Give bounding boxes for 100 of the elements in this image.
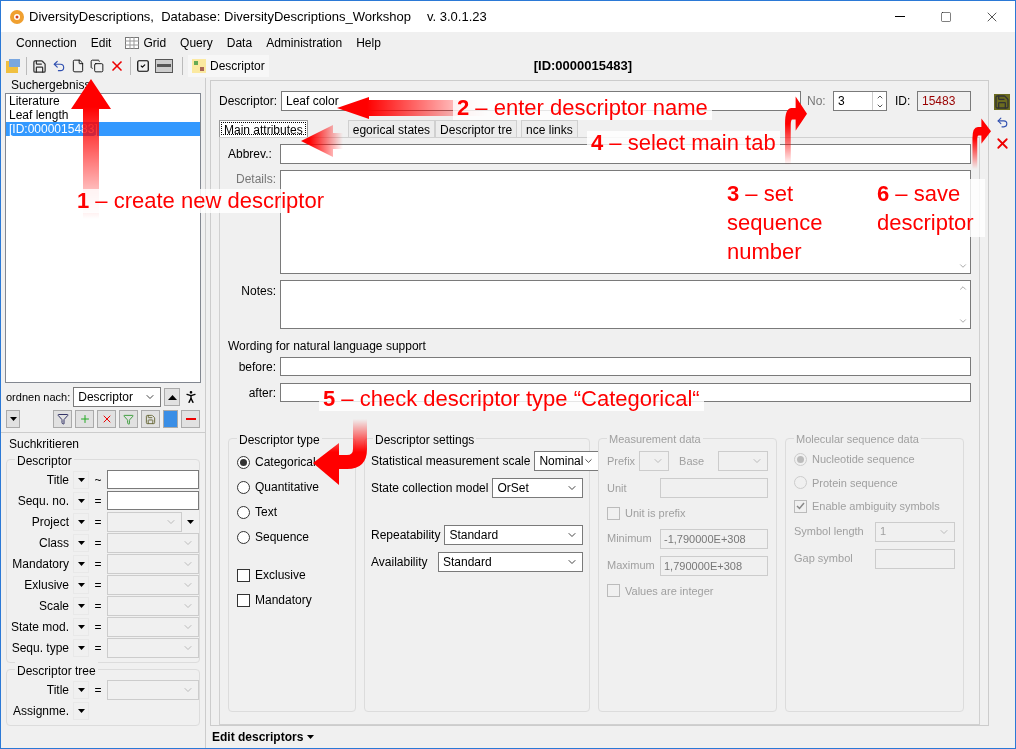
descriptor-icon	[192, 59, 206, 73]
field-label: ID:	[895, 93, 912, 110]
section-title: Suchkritieren	[8, 436, 81, 453]
setting-label: Repeatability	[371, 527, 441, 544]
notes-text-area[interactable]	[280, 280, 971, 329]
caret-icon	[187, 519, 194, 524]
annotation-text: 2 – enter descriptor name	[453, 96, 712, 120]
window-title: DiversityDescriptions, Database: DiversityDescriptions_Workshop	[29, 7, 411, 26]
up-triangle-icon	[167, 394, 177, 400]
operator-symbol: =	[93, 576, 103, 594]
criterion-label: Exlusive	[23, 576, 70, 594]
window-icon[interactable]	[5, 58, 21, 74]
grid-icon	[125, 37, 140, 49]
operator-menu-button[interactable]	[73, 512, 89, 531]
undo-icon[interactable]	[52, 59, 66, 73]
radio-button[interactable]	[237, 530, 250, 544]
checkbox[interactable]	[237, 593, 250, 607]
operator-symbol: =	[93, 618, 103, 636]
operator-menu-button[interactable]	[73, 554, 89, 573]
maximize-icon	[940, 10, 952, 23]
option-label: Categorical	[255, 454, 316, 471]
new-document-icon[interactable]	[71, 59, 85, 73]
tab[interactable]: Descriptor tre	[435, 120, 518, 137]
setting-dropdown[interactable]: Nominal	[534, 451, 600, 471]
operator-menu-button[interactable]	[73, 680, 89, 699]
option-label: Mandatory	[255, 592, 312, 609]
filter-add-button[interactable]	[119, 410, 138, 428]
field-label: Abbrev.:	[228, 146, 273, 163]
criterion-label: Class	[38, 534, 70, 552]
save-icon[interactable]	[32, 58, 47, 74]
clear-filter-button[interactable]	[97, 410, 116, 428]
menu-item[interactable]: Help	[349, 33, 388, 53]
undo-icon[interactable]	[995, 116, 1009, 129]
scroll-down-icon	[958, 316, 968, 326]
menu-item[interactable]: Administration	[259, 33, 350, 53]
sort-direction-button[interactable]	[164, 388, 181, 406]
operator-menu-button[interactable]	[73, 638, 89, 657]
criterion-field[interactable]	[107, 470, 199, 489]
field-label: before:	[237, 358, 277, 376]
caret-icon	[77, 645, 85, 650]
caret-icon	[307, 735, 315, 739]
field-label: after:	[247, 384, 277, 402]
setting-label: Statistical measurement scale	[371, 453, 531, 470]
filter-button[interactable]	[53, 410, 72, 428]
caret-icon	[77, 687, 85, 692]
collapse-button[interactable]	[6, 410, 20, 428]
result-item[interactable]: Literature	[6, 94, 200, 108]
tab[interactable]: egorical states	[347, 120, 436, 137]
checkbox[interactable]	[237, 568, 250, 582]
operator-menu-button[interactable]	[73, 701, 89, 720]
menu-item[interactable]: Edit	[83, 33, 119, 53]
option-label: Enable ambiguity symbols	[812, 499, 940, 514]
tab[interactable]: nce links	[521, 120, 578, 137]
operator-menu-button[interactable]	[73, 491, 89, 510]
tab[interactable]: Main attributes	[219, 120, 308, 137]
radio-button[interactable]	[237, 455, 250, 469]
caret-icon	[77, 540, 85, 545]
option-label: Unit is prefix	[625, 506, 686, 521]
criterion-field[interactable]	[107, 491, 199, 510]
result-item[interactable]: Leaf length	[6, 108, 200, 122]
checkbox-icon[interactable]	[136, 59, 150, 73]
menu-item[interactable]: Data	[219, 33, 260, 53]
field-label: No:	[807, 93, 827, 110]
operator-menu-button[interactable]	[73, 596, 89, 615]
field-label: Base	[679, 453, 705, 469]
edit-descriptors-menu[interactable]: Edit descriptors	[212, 726, 315, 748]
descriptor-button[interactable]: Descriptor	[188, 55, 269, 77]
field-label: Descriptor:	[219, 93, 278, 110]
criterion-label: Sequ. type	[10, 639, 70, 657]
copy-icon[interactable]	[90, 59, 104, 73]
option-label: Quantitative	[255, 479, 320, 496]
grid-view-icon[interactable]	[155, 59, 173, 73]
operator-menu-button[interactable]	[73, 470, 89, 489]
radio-button[interactable]	[237, 505, 250, 519]
sort-dropdown[interactable]: Descriptor	[73, 387, 162, 407]
setting-dropdown[interactable]: Standard	[444, 525, 583, 545]
setting-dropdown[interactable]: OrSet	[492, 478, 583, 498]
scroll-up-icon	[958, 283, 968, 293]
operator-menu-button[interactable]	[73, 617, 89, 636]
field-label: Notes:	[240, 283, 277, 300]
radio-button[interactable]	[237, 480, 250, 494]
field-label: Gap symbol	[794, 551, 853, 567]
caret-icon	[9, 417, 17, 421]
id-field: 15483	[917, 91, 971, 111]
operator-symbol: =	[93, 555, 103, 573]
menu-item[interactable]: Query	[173, 33, 220, 53]
operator-menu-button[interactable]	[73, 533, 89, 552]
delete-icon[interactable]	[109, 58, 125, 74]
setting-label: State collection model	[371, 480, 489, 497]
criterion-label: Assignme.	[11, 702, 70, 720]
operator-symbol: =	[93, 681, 103, 699]
criterion-label: Scale	[37, 597, 70, 615]
setting-dropdown[interactable]: Standard	[438, 552, 583, 572]
caret-icon	[77, 498, 85, 503]
before-field[interactable]	[280, 357, 971, 376]
menu-item[interactable]: Grid	[118, 33, 174, 53]
menu-item[interactable]: Connection	[9, 33, 84, 53]
sequence-number-spinner[interactable]: 3	[833, 91, 887, 111]
criterion-label: Sequ. no.	[16, 492, 70, 510]
operator-menu-button[interactable]	[73, 575, 89, 594]
